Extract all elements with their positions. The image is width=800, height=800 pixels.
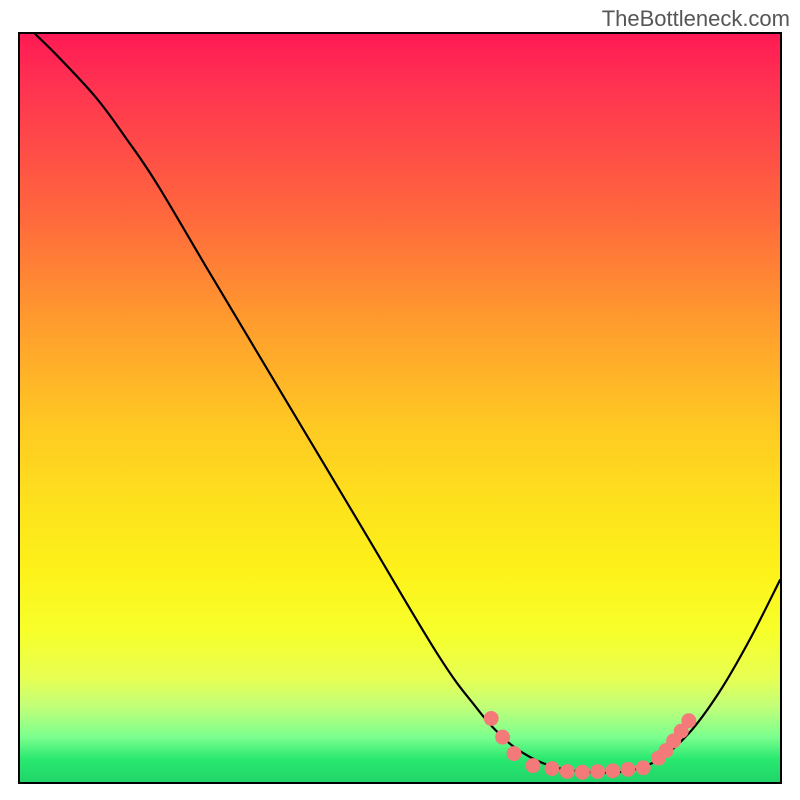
marker-dot xyxy=(590,764,605,779)
marker-dot xyxy=(636,760,651,775)
markers-group xyxy=(484,711,697,780)
marker-dot xyxy=(681,713,696,728)
plot-area xyxy=(18,32,782,784)
marker-dot xyxy=(560,764,575,779)
attribution-text: TheBottleneck.com xyxy=(602,6,790,32)
curve-svg xyxy=(20,34,780,782)
chart-container: TheBottleneck.com xyxy=(0,0,800,800)
bottleneck-curve xyxy=(35,34,780,773)
marker-dot xyxy=(484,711,499,726)
marker-dot xyxy=(621,762,636,777)
marker-dot xyxy=(545,761,560,776)
marker-dot xyxy=(575,765,590,780)
marker-dot xyxy=(605,763,620,778)
marker-dot xyxy=(526,758,541,773)
marker-dot xyxy=(507,746,522,761)
marker-dot xyxy=(495,730,510,745)
